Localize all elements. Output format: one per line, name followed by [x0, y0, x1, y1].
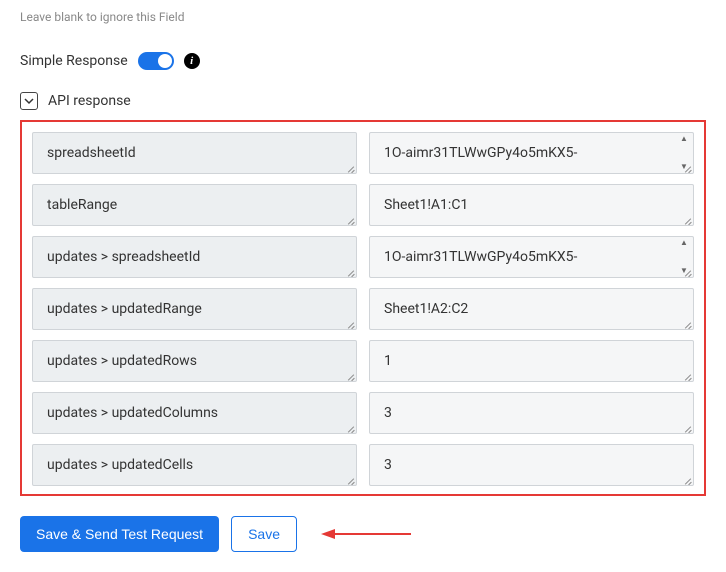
simple-response-row: Simple Response i: [20, 52, 706, 70]
resize-handle[interactable]: [344, 265, 356, 277]
response-key[interactable]: updates > updatedRows: [32, 340, 357, 382]
resize-handle[interactable]: [681, 421, 693, 433]
response-value[interactable]: 3: [369, 444, 694, 486]
response-key[interactable]: updates > updatedColumns: [32, 392, 357, 434]
resize-handle[interactable]: [344, 473, 356, 485]
resize-handle[interactable]: [344, 317, 356, 329]
resize-handle[interactable]: [681, 369, 693, 381]
response-key[interactable]: updates > spreadsheetId: [32, 236, 357, 278]
response-value[interactable]: 1O-aimr31TLWwGPy4o5mKX5-▲▼: [369, 236, 694, 278]
resize-handle[interactable]: [344, 213, 356, 225]
collapse-toggle[interactable]: [20, 92, 38, 110]
response-row: updates > updatedRange Sheet1!A2:C2: [32, 288, 694, 330]
response-value[interactable]: 3: [369, 392, 694, 434]
annotation-arrow: [321, 526, 411, 542]
api-response-label: API response: [48, 93, 131, 109]
resize-handle[interactable]: [344, 421, 356, 433]
resize-handle[interactable]: [681, 265, 693, 277]
response-value[interactable]: 1: [369, 340, 694, 382]
response-row: updates > updatedRows 1: [32, 340, 694, 382]
button-row: Save & Send Test Request Save: [20, 516, 706, 552]
chevron-down-icon: [24, 96, 34, 106]
response-row: tableRange Sheet1!A1:C1: [32, 184, 694, 226]
resize-handle[interactable]: [681, 213, 693, 225]
response-value[interactable]: 1O-aimr31TLWwGPy4o5mKX5-▲▼: [369, 132, 694, 174]
save-send-button[interactable]: Save & Send Test Request: [20, 516, 219, 552]
response-key[interactable]: tableRange: [32, 184, 357, 226]
response-key[interactable]: updates > updatedCells: [32, 444, 357, 486]
response-row: spreadsheetId 1O-aimr31TLWwGPy4o5mKX5-▲▼: [32, 132, 694, 174]
resize-handle[interactable]: [344, 369, 356, 381]
info-icon[interactable]: i: [184, 53, 200, 69]
resize-handle[interactable]: [344, 161, 356, 173]
response-row: updates > updatedColumns 3: [32, 392, 694, 434]
response-row: updates > spreadsheetId 1O-aimr31TLWwGPy4…: [32, 236, 694, 278]
response-key[interactable]: spreadsheetId: [32, 132, 357, 174]
simple-response-label: Simple Response: [20, 53, 128, 69]
resize-handle[interactable]: [681, 473, 693, 485]
simple-response-toggle[interactable]: [138, 52, 174, 70]
response-value[interactable]: Sheet1!A2:C2: [369, 288, 694, 330]
resize-handle[interactable]: [681, 317, 693, 329]
field-hint: Leave blank to ignore this Field: [20, 10, 706, 24]
response-key[interactable]: updates > updatedRange: [32, 288, 357, 330]
api-response-box: spreadsheetId 1O-aimr31TLWwGPy4o5mKX5-▲▼ t…: [20, 120, 706, 496]
resize-handle[interactable]: [681, 161, 693, 173]
response-row: updates > updatedCells 3: [32, 444, 694, 486]
api-response-header: API response: [20, 92, 706, 110]
save-button[interactable]: Save: [231, 516, 297, 552]
response-value[interactable]: Sheet1!A1:C1: [369, 184, 694, 226]
